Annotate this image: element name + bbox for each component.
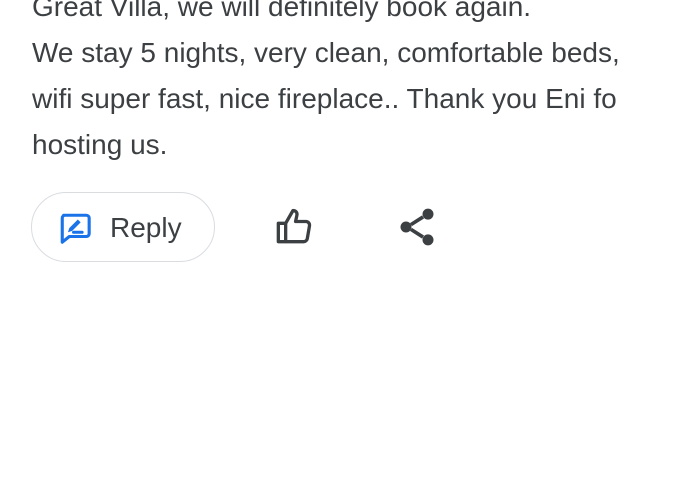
reply-edit-icon — [58, 211, 92, 245]
review-card: Great Villa, we will definitely book aga… — [0, 0, 674, 500]
reply-button[interactable]: Reply — [31, 192, 215, 262]
share-button[interactable] — [395, 205, 439, 249]
share-icon — [395, 205, 439, 249]
reply-label: Reply — [110, 212, 182, 243]
thumbs-up-button[interactable] — [271, 205, 315, 249]
review-line: hosting us. — [32, 129, 168, 160]
thumbs-up-icon — [271, 205, 315, 249]
review-line: Great Villa, we will definitely book aga… — [32, 0, 532, 22]
review-body: Great Villa, we will definitely book aga… — [32, 0, 674, 168]
review-line: We stay 5 nights, very clean, comfortabl… — [32, 37, 620, 68]
review-line: wifi super fast, nice fireplace.. Thank … — [32, 83, 617, 114]
review-actions: Reply — [31, 192, 671, 264]
